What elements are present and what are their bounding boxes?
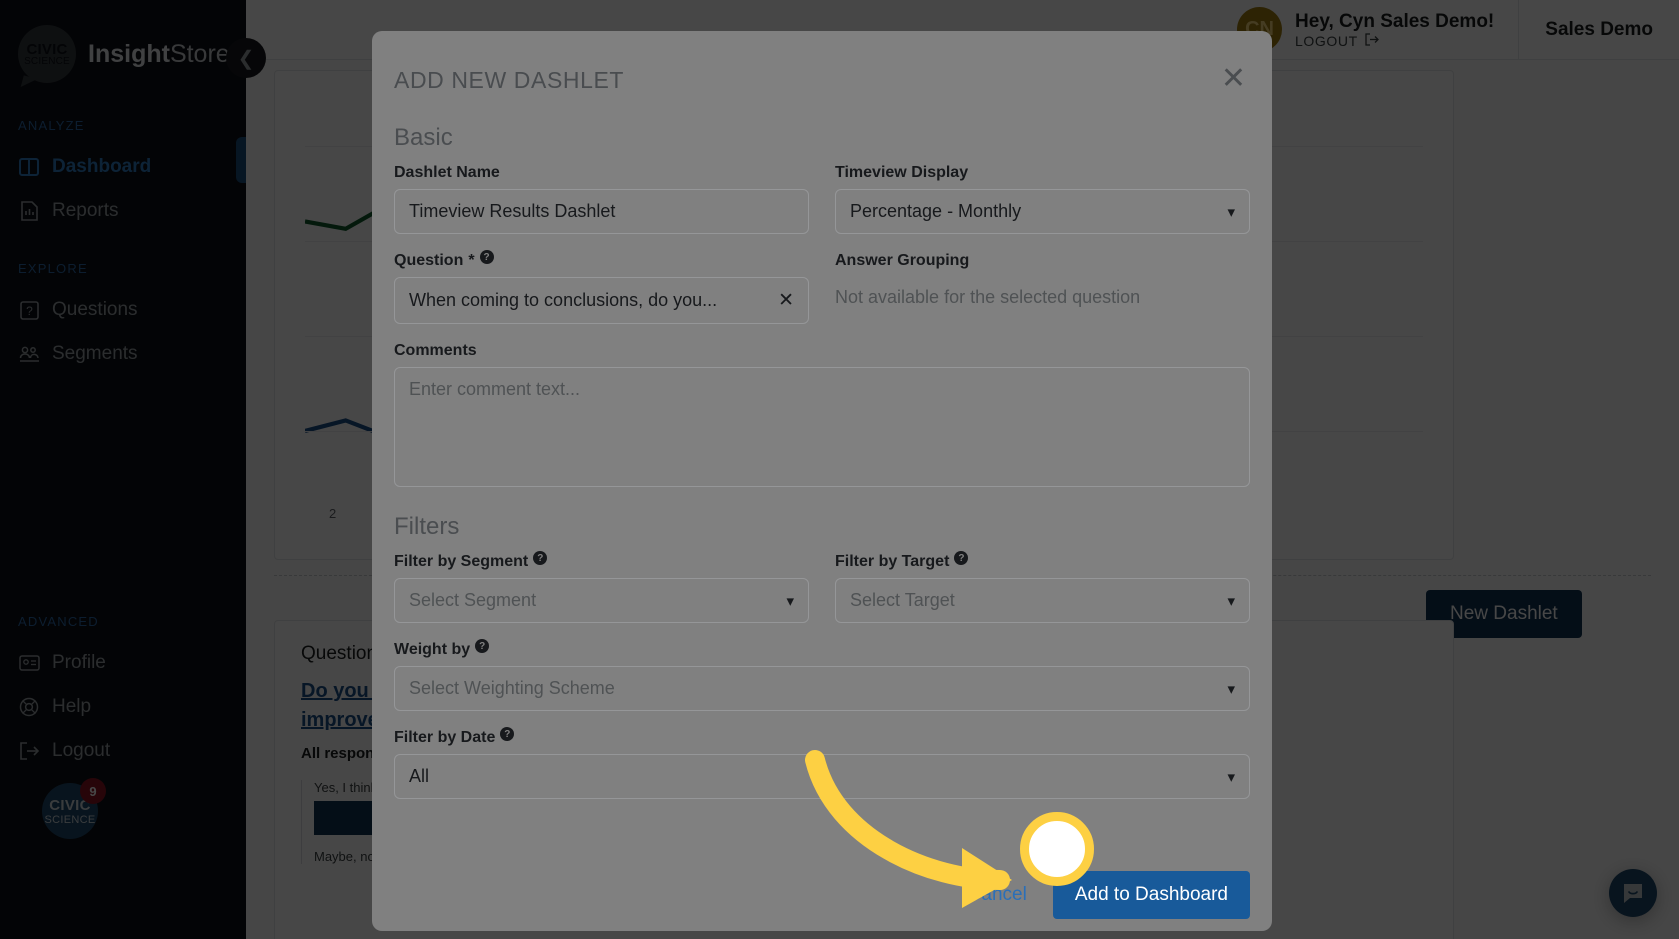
timeview-display-select[interactable]: Percentage - Monthly ▾ [835,189,1250,234]
help-icon[interactable]: ? [533,551,548,565]
filter-by-target-group: Filter by Target ? Select Target ▾ [835,551,1250,623]
answer-grouping-group: Answer Grouping Not available for the se… [835,252,1250,324]
filter-by-date-group: Filter by Date ? All ▾ [394,727,1250,799]
help-icon[interactable]: ? [500,727,515,741]
filter-by-date-select[interactable]: All ▾ [394,754,1250,799]
filter-by-target-label: Filter by Target ? [835,551,1250,571]
modal-header: ADD NEW DASHLET ✕ [394,57,1250,98]
timeview-display-field-group: Timeview Display Percentage - Monthly ▾ [835,164,1250,234]
required-marker: * [468,252,475,269]
placeholder-text: Select Target [850,590,955,610]
label-text: Comments [394,342,477,359]
dashlet-name-input[interactable]: Timeview Results Dashlet [394,189,809,234]
close-icon[interactable]: ✕ [1217,64,1250,94]
label-text: Dashlet Name [394,164,500,181]
filter-by-target-select[interactable]: Select Target ▾ [835,578,1250,623]
help-icon[interactable]: ? [475,639,490,653]
chevron-down-icon: ▾ [786,592,794,610]
weight-by-label: Weight by ? [394,639,1250,659]
filter-by-segment-label: Filter by Segment ? [394,551,809,571]
section-heading-basic: Basic [394,124,453,151]
basic-row-1: Dashlet Name Timeview Results Dashlet Ti… [394,164,1250,234]
label-text: Weight by [394,641,471,658]
filter-by-date-label: Filter by Date ? [394,727,1250,747]
selected-value: Percentage - Monthly [850,201,1022,221]
label-text: Filter by Segment [394,553,529,570]
add-to-dashboard-button[interactable]: Add to Dashboard [1052,871,1250,919]
label-text: Question [394,252,464,269]
question-select[interactable]: When coming to conclusions, do you... ✕ [394,277,809,324]
selected-value: All [409,766,430,786]
comments-field-group: Comments Enter comment text... [394,342,1250,487]
help-icon[interactable]: ? [479,250,494,264]
question-field-group: Question * ? When coming to conclusions,… [394,250,809,324]
label-text: Timeview Display [835,164,969,181]
screen: CIVIC SCIENCE InsightStore ❮ ANALYZE Das… [0,0,1679,939]
timeview-display-label: Timeview Display [835,164,1250,182]
dashlet-name-label: Dashlet Name [394,164,809,182]
add-new-dashlet-modal: ADD NEW DASHLET ✕ Basic Dashlet Name Tim… [372,31,1272,931]
dashlet-name-field-group: Dashlet Name Timeview Results Dashlet [394,164,809,234]
answer-grouping-label: Answer Grouping [835,252,1250,270]
label-text: Filter by Date [394,729,496,746]
comments-textarea[interactable]: Enter comment text... [394,367,1250,487]
question-label: Question * ? [394,250,809,270]
help-icon[interactable]: ? [954,551,969,565]
selected-question: When coming to conclusions, do you... [409,290,718,310]
chevron-down-icon: ▾ [1227,203,1235,221]
filter-by-segment-select[interactable]: Select Segment ▾ [394,578,809,623]
filters-row-1: Filter by Segment ? Select Segment ▾ Fil… [394,551,1250,623]
weight-by-select[interactable]: Select Weighting Scheme ▾ [394,666,1250,711]
click-target-highlight [1020,812,1094,886]
section-heading-filters: Filters [394,513,460,540]
chevron-down-icon: ▾ [1227,768,1235,786]
filter-by-segment-group: Filter by Segment ? Select Segment ▾ [394,551,809,623]
chevron-down-icon: ▾ [1227,680,1235,698]
label-text: Answer Grouping [835,252,970,269]
basic-row-2: Question * ? When coming to conclusions,… [394,250,1250,324]
clear-icon[interactable]: ✕ [778,289,794,312]
weight-by-group: Weight by ? Select Weighting Scheme ▾ [394,639,1250,711]
placeholder-text: Select Segment [409,590,537,610]
comments-label: Comments [394,342,1250,360]
modal-title: ADD NEW DASHLET [394,67,625,93]
placeholder-text: Select Weighting Scheme [409,678,615,698]
modal-footer-actions: Cancel Add to Dashboard [394,857,1250,919]
label-text: Filter by Target [835,553,950,570]
answer-grouping-note: Not available for the selected question [835,287,1141,307]
chevron-down-icon: ▾ [1227,592,1235,610]
